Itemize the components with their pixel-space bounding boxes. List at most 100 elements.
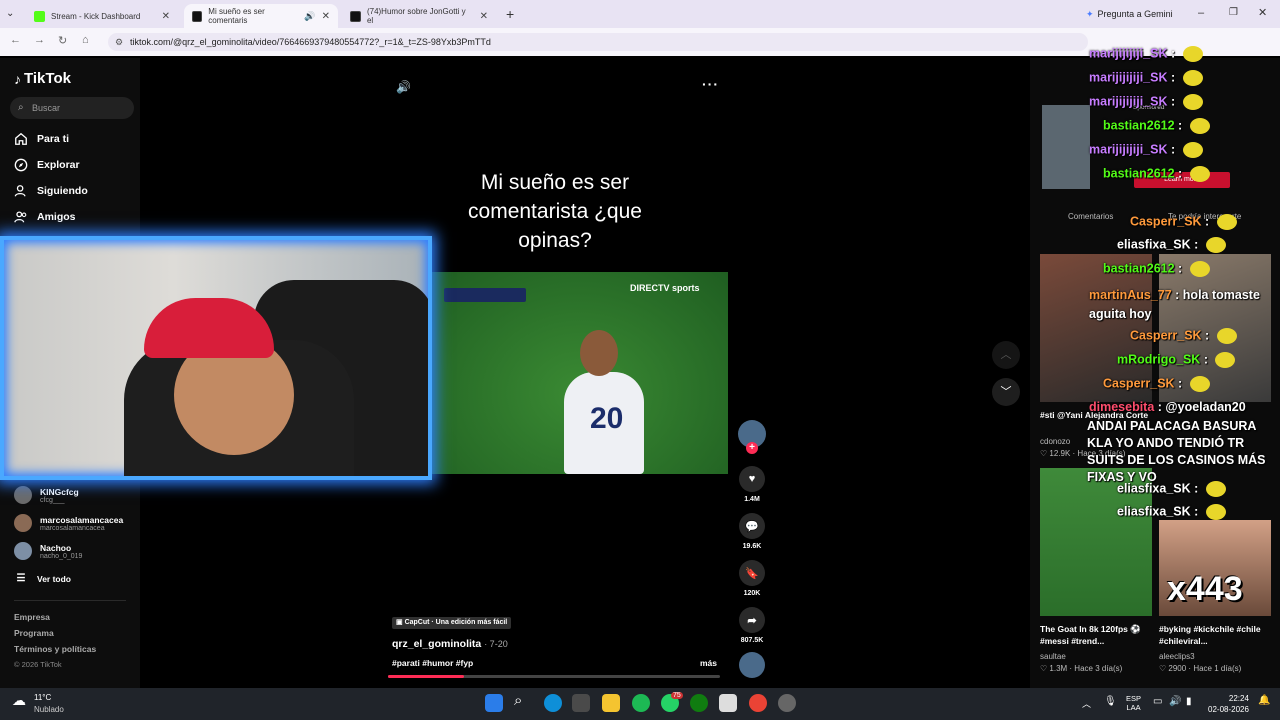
network-icon[interactable]: ▭ bbox=[1153, 696, 1162, 707]
home-icon[interactable]: ⌂ bbox=[82, 34, 89, 46]
chat-username[interactable]: eliasfixa_SK bbox=[1117, 237, 1191, 251]
next-video-button[interactable]: ﹀ bbox=[992, 378, 1020, 406]
close-tab-icon[interactable]: ✕ bbox=[162, 11, 170, 22]
see-all-button[interactable]: ☰ Ver todo bbox=[14, 573, 72, 584]
like-button[interactable]: ♥ 1.4M bbox=[738, 466, 766, 503]
chat-username[interactable]: Casperr_SK bbox=[1130, 328, 1202, 342]
share-button[interactable]: ➦ 807.5K bbox=[738, 607, 766, 644]
comment-button[interactable]: 💬 19.6K bbox=[738, 513, 766, 550]
sponsored-thumbnail[interactable] bbox=[1042, 105, 1090, 189]
author-name[interactable]: qrz_el_gominolita bbox=[392, 638, 481, 650]
follow-plus-icon[interactable]: + bbox=[746, 442, 758, 454]
new-tab-button[interactable]: + bbox=[506, 6, 514, 22]
weather-icon[interactable]: ☁ bbox=[12, 692, 26, 709]
chat-username[interactable]: bastian2612 bbox=[1103, 166, 1175, 180]
nav-siguiendo[interactable]: Siguiendo bbox=[14, 184, 88, 198]
music-disc-button[interactable] bbox=[738, 652, 766, 682]
snipping-icon[interactable] bbox=[719, 694, 737, 712]
chat-username[interactable]: Casperr_SK bbox=[1130, 214, 1202, 228]
chat-username[interactable]: martinAus_77 bbox=[1089, 288, 1172, 302]
search-input[interactable]: ⌕ Buscar bbox=[10, 97, 134, 119]
chat-username[interactable]: marijijijiji_SK bbox=[1089, 142, 1168, 156]
capcut-badge[interactable]: ▣ CapCut · Una edición más fácil bbox=[392, 617, 512, 629]
reload-icon[interactable]: ↻ bbox=[58, 34, 67, 47]
list-icon: ☰ bbox=[16, 573, 26, 584]
windows-start-icon[interactable] bbox=[485, 694, 503, 712]
language-indicator[interactable]: ESP LAA bbox=[1126, 694, 1141, 712]
chat-username[interactable]: Casperr_SK bbox=[1103, 376, 1175, 390]
tab-list-chevron-icon[interactable]: ⌄ bbox=[6, 8, 14, 19]
creator-avatar-button[interactable]: + bbox=[738, 420, 766, 454]
recommended-title[interactable]: #byking #kickchile #chile #chileviral... bbox=[1159, 623, 1271, 647]
footer-link-programa[interactable]: Programa bbox=[14, 628, 54, 638]
close-window-icon[interactable]: ✕ bbox=[1258, 6, 1267, 19]
clock[interactable]: 22:24 02-08-2026 bbox=[1208, 693, 1249, 715]
tab-kick-dashboard[interactable]: Stream - Kick Dashboard ✕ bbox=[26, 4, 178, 28]
back-icon[interactable]: ← bbox=[10, 34, 21, 46]
recommended-thumbnail[interactable]: x443 bbox=[1159, 520, 1271, 616]
video-player[interactable]: DIRECTV sports 20 bbox=[432, 272, 728, 474]
chat-username[interactable]: eliasfixa_SK bbox=[1117, 504, 1191, 518]
folder-icon[interactable] bbox=[602, 694, 620, 712]
chat-username[interactable]: bastian2612 bbox=[1103, 118, 1175, 132]
following-item[interactable]: Nachoo nacho_0_019 bbox=[14, 542, 82, 560]
chat-username[interactable]: eliasfixa_SK bbox=[1117, 481, 1191, 495]
edge-icon[interactable] bbox=[544, 694, 562, 712]
tab-tiktok-humor[interactable]: (74)Humor sobre JonGotti y el ✕ bbox=[342, 4, 496, 28]
tiktok-logo[interactable]: ♪ TikTok bbox=[14, 70, 71, 87]
chrome-icon[interactable] bbox=[749, 694, 767, 712]
following-item[interactable]: KINGcfcg cfcg___ bbox=[14, 486, 79, 504]
minimize-icon[interactable]: – bbox=[1198, 7, 1204, 19]
recommended-author[interactable]: aleeclips3 bbox=[1159, 652, 1195, 661]
nav-label: Amigos bbox=[37, 211, 76, 223]
forward-icon[interactable]: → bbox=[34, 34, 45, 46]
speaker-icon[interactable]: 🔊 bbox=[304, 11, 315, 22]
notifications-icon[interactable]: 🔔 bbox=[1258, 695, 1270, 706]
chat-separator: : bbox=[1171, 288, 1183, 302]
battery-icon[interactable]: ▮ bbox=[1186, 696, 1192, 707]
close-tab-icon[interactable]: ✕ bbox=[480, 11, 488, 22]
following-item[interactable]: marcosalamancacea marcosalamancacea bbox=[14, 514, 123, 532]
spotify-icon[interactable] bbox=[632, 694, 650, 712]
chat-username[interactable]: marijijijiji_SK bbox=[1089, 70, 1168, 84]
more-link[interactable]: más bbox=[700, 658, 717, 668]
following-handle: nacho_0_019 bbox=[40, 552, 83, 560]
chat-separator: : bbox=[1174, 166, 1186, 181]
more-options-icon[interactable]: ··· bbox=[702, 76, 719, 92]
chat-username[interactable]: marijijijiji_SK bbox=[1089, 94, 1168, 108]
save-button[interactable]: 🔖 120K bbox=[738, 560, 766, 597]
nav-para-ti[interactable]: Para ti bbox=[14, 132, 69, 146]
footer-link-empresa[interactable]: Empresa bbox=[14, 612, 50, 622]
obs-icon[interactable] bbox=[778, 694, 796, 712]
microphone-icon[interactable]: 🎙 bbox=[1104, 696, 1117, 707]
search-icon[interactable]: ⌕ bbox=[514, 692, 522, 709]
nav-explorar[interactable]: Explorar bbox=[14, 158, 80, 172]
gemini-button[interactable]: ✦ Pregunta a Gemini bbox=[1078, 4, 1181, 24]
recommended-author[interactable]: cdonozo bbox=[1040, 437, 1070, 446]
chat-username[interactable]: mRodrigo_SK bbox=[1117, 352, 1200, 366]
chat-username[interactable]: marijijijiji_SK bbox=[1089, 46, 1168, 60]
progress-track[interactable] bbox=[388, 675, 720, 678]
chat-username[interactable]: dimesebita bbox=[1089, 400, 1154, 414]
video-hashtags[interactable]: #parati #humor #fyp bbox=[392, 658, 473, 668]
capcut-label: CapCut · Una edición más fácil bbox=[404, 619, 508, 626]
footer-link-terminos[interactable]: Términos y políticas bbox=[14, 644, 96, 654]
tab-tiktok-video[interactable]: Mi sueño es ser comentaris 🔊 ✕ bbox=[184, 4, 338, 28]
recommended-author[interactable]: saultae bbox=[1040, 652, 1066, 661]
emote-icon bbox=[1182, 142, 1203, 158]
previous-video-button[interactable]: ︿ bbox=[992, 341, 1020, 369]
recommended-title[interactable]: The Goat In 8k 120fps ⚽ #messi #trend... bbox=[1040, 623, 1152, 647]
store-icon[interactable] bbox=[572, 694, 590, 712]
maximize-icon[interactable]: ❐ bbox=[1229, 7, 1238, 18]
close-tab-icon[interactable]: ✕ bbox=[322, 11, 330, 22]
url-field[interactable]: ⚙ tiktok.com/@qrz_el_gominolita/video/76… bbox=[108, 33, 1088, 51]
tray-chevron-icon[interactable]: ︿ bbox=[1082, 697, 1091, 710]
chat-username[interactable]: bastian2612 bbox=[1103, 261, 1175, 275]
nav-amigos[interactable]: Amigos bbox=[14, 210, 76, 224]
volume-tray-icon[interactable]: 🔊 bbox=[1169, 696, 1181, 707]
xbox-icon[interactable] bbox=[690, 694, 708, 712]
volume-icon[interactable]: 🔊 bbox=[396, 80, 411, 94]
like-count: 1.4M bbox=[744, 496, 760, 503]
nav-label: Para ti bbox=[37, 133, 70, 145]
site-info-icon[interactable]: ⚙ bbox=[115, 33, 123, 51]
